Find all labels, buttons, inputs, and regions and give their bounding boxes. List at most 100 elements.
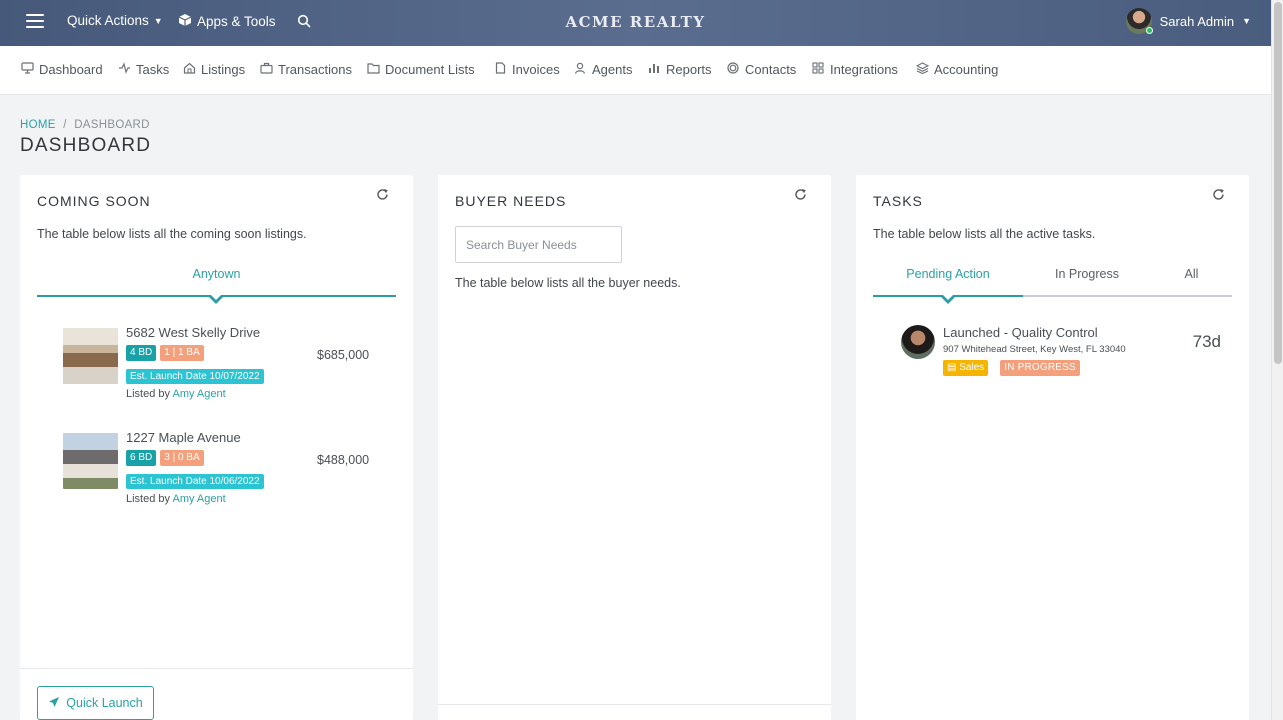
refresh-icon[interactable]	[1212, 188, 1225, 204]
listing-address[interactable]: 1227 Maple Avenue	[126, 430, 241, 445]
nav-label: Invoices	[512, 62, 560, 77]
agent-link[interactable]: Amy Agent	[172, 493, 225, 505]
home-icon	[182, 62, 196, 77]
tab-all[interactable]: All	[1151, 267, 1232, 281]
main-nav: Dashboard Tasks Listings Transactions Do…	[0, 46, 1271, 95]
task-address: 907 Whitehead Street, Key West, FL 33040	[943, 344, 1126, 355]
cube-icon	[178, 13, 192, 30]
nav-label: Tasks	[136, 62, 170, 77]
divider	[20, 668, 413, 669]
listing-address[interactable]: 5682 West Skelly Drive	[126, 325, 260, 340]
nav-label: Integrations	[830, 62, 898, 77]
listed-by-label: Listed by	[126, 493, 171, 505]
id-card-icon: ▤	[947, 362, 957, 373]
quick-actions-label: Quick Actions	[67, 13, 149, 28]
listing-price: $685,000	[317, 348, 370, 362]
user-avatar	[1125, 8, 1153, 34]
nav-reports[interactable]: Reports	[647, 62, 712, 77]
card-title: TASKS	[873, 193, 923, 209]
user-menu[interactable]: Sarah Admin ▼	[1125, 8, 1251, 34]
sales-label: Sales	[959, 362, 985, 373]
launch-date-badge: Est. Launch Date 10/06/2022	[126, 474, 264, 489]
layers-icon	[915, 62, 929, 77]
search-icon[interactable]	[297, 14, 311, 28]
rocket-icon	[48, 696, 60, 711]
search-buyer-needs-input[interactable]	[455, 226, 622, 263]
nav-label: Transactions	[278, 62, 352, 77]
card-description: The table below lists all the active tas…	[873, 227, 1096, 241]
menu-icon[interactable]	[26, 14, 44, 28]
disc-icon	[726, 62, 740, 77]
listing-item[interactable]: 1227 Maple Avenue 6 BD 3 | 0 BA Est. Lau…	[63, 430, 393, 520]
activity-icon	[117, 62, 131, 77]
quick-launch-button[interactable]: Quick Launch	[37, 686, 154, 720]
nav-label: Contacts	[745, 62, 797, 77]
nav-integrations[interactable]: Integrations	[811, 62, 898, 77]
task-title[interactable]: Launched - Quality Control	[943, 325, 1098, 340]
tab-anytown[interactable]: Anytown	[37, 267, 396, 281]
nav-label: Agents	[592, 62, 633, 77]
nav-tasks[interactable]: Tasks	[117, 62, 169, 77]
breadcrumb-separator: /	[63, 119, 67, 131]
nav-agents[interactable]: Agents	[573, 62, 632, 77]
card-title: COMING SOON	[37, 193, 151, 209]
online-status-dot	[1145, 27, 1153, 34]
nav-label: Reports	[666, 62, 712, 77]
baths-badge: 1 | 1 BA	[160, 345, 204, 361]
nav-label: Dashboard	[39, 62, 103, 77]
user-icon	[573, 62, 587, 77]
listing-photo[interactable]	[63, 433, 118, 489]
coming-soon-card: COMING SOON The table below lists all th…	[20, 175, 413, 720]
divider	[438, 704, 831, 705]
apps-tools-label: Apps & Tools	[197, 14, 276, 29]
top-bar: Quick Actions ▼ Apps & Tools ACME REALTY…	[0, 0, 1271, 46]
file-icon	[493, 62, 507, 77]
listing-item[interactable]: 5682 West Skelly Drive 4 BD 1 | 1 BA Est…	[63, 325, 393, 415]
tasks-card: TASKS The table below lists all the acti…	[856, 175, 1249, 720]
nav-label: Accounting	[934, 62, 999, 77]
page-scrollbar[interactable]	[1271, 0, 1283, 720]
page-title: DASHBOARD	[20, 135, 152, 156]
card-description: The table below lists all the buyer need…	[455, 276, 681, 290]
nav-document-lists[interactable]: Document Lists	[366, 62, 475, 77]
task-item[interactable]: Launched - Quality Control 907 Whitehead…	[901, 325, 1221, 385]
listing-photo[interactable]	[63, 328, 118, 384]
agent-link[interactable]: Amy Agent	[172, 388, 225, 400]
status-badge: IN PROGRESS	[1000, 360, 1080, 376]
refresh-icon[interactable]	[376, 188, 389, 204]
quick-launch-label: Quick Launch	[66, 696, 143, 710]
folder-icon	[366, 62, 380, 77]
task-age: 73d	[1192, 332, 1221, 351]
task-tabs: Pending Action In Progress All	[873, 267, 1232, 304]
nav-listings[interactable]: Listings	[182, 62, 245, 77]
nav-dashboard[interactable]: Dashboard	[20, 62, 103, 77]
tab-pending-action[interactable]: Pending Action	[873, 267, 1023, 281]
bar-chart-icon	[647, 62, 661, 77]
beds-badge: 4 BD	[126, 345, 157, 361]
tab-in-progress[interactable]: In Progress	[1023, 267, 1151, 281]
quick-actions-menu[interactable]: Quick Actions ▼	[67, 13, 163, 28]
nav-contacts[interactable]: Contacts	[726, 62, 796, 77]
nav-invoices[interactable]: Invoices	[493, 62, 560, 77]
listing-price: $488,000	[317, 453, 370, 467]
briefcase-icon	[259, 62, 273, 77]
apps-tools-menu[interactable]: Apps & Tools	[178, 13, 276, 30]
tab-caret	[209, 295, 223, 304]
monitor-icon	[20, 62, 34, 77]
nav-accounting[interactable]: Accounting	[915, 62, 998, 77]
sales-badge: ▤ Sales	[943, 360, 989, 376]
card-description: The table below lists all the coming soo…	[37, 227, 307, 241]
nav-transactions[interactable]: Transactions	[259, 62, 352, 77]
location-tabs: Anytown	[37, 267, 396, 304]
grid-icon	[811, 62, 825, 77]
scrollbar-thumb[interactable]	[1274, 2, 1282, 364]
listed-by-label: Listed by	[126, 388, 171, 400]
beds-badge: 6 BD	[126, 450, 157, 466]
chevron-down-icon: ▼	[1242, 16, 1251, 26]
refresh-icon[interactable]	[794, 188, 807, 204]
breadcrumb-home[interactable]: HOME	[20, 119, 56, 131]
card-title: BUYER NEEDS	[455, 193, 567, 209]
buyer-needs-card: BUYER NEEDS The table below lists all th…	[438, 175, 831, 720]
task-avatar	[901, 325, 935, 359]
nav-label: Document Lists	[385, 62, 475, 77]
